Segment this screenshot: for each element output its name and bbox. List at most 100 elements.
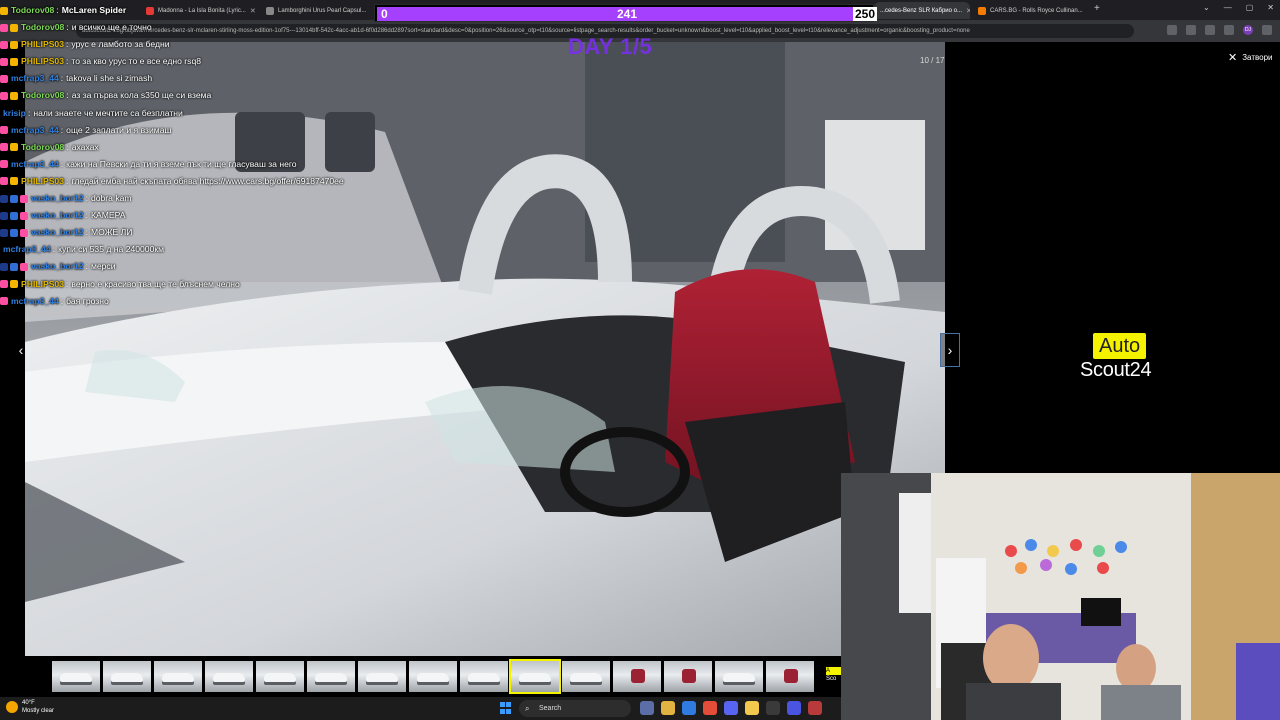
blue-badge-icon	[10, 194, 18, 203]
chat-text: още 2 заплати и я взимаш	[66, 124, 172, 135]
chat-message: Todorov08: McLaren Spider	[0, 2, 440, 19]
screen: Madonna - La Isla Bonita (Lyric... ✕ Lam…	[0, 0, 1280, 720]
window-controls: ⌄ — ▢ ✕	[1203, 3, 1274, 12]
tab-mercedes-slr[interactable]: ...cedes-Benz SLR Кабрио о... ✕	[874, 2, 970, 19]
chat-username[interactable]: Todorov08	[11, 2, 54, 19]
chat-username[interactable]: PHILIPS03	[21, 276, 64, 293]
chat-text: кажи на Певски да ти я вземе пък ти ще г…	[66, 158, 297, 169]
chat-message: mcfrap3_44: купи си 535 д на 240000км	[0, 241, 440, 258]
thumbnail-selected[interactable]	[509, 659, 561, 694]
chat-message: mcfrap3_44: takova li she si zimash	[0, 70, 440, 87]
chat-username[interactable]: PHILIPS03	[21, 53, 64, 70]
thumbnail[interactable]	[460, 661, 508, 692]
thumbnail-logo[interactable]: A Sco	[826, 667, 842, 687]
thumbnail[interactable]	[154, 661, 202, 692]
edge-icon[interactable]	[682, 701, 696, 715]
pink-badge-icon	[0, 74, 8, 83]
chat-username[interactable]: Todorov08	[21, 19, 64, 36]
chat-badges	[0, 126, 8, 135]
chat-text: то за кво урус то е все едно rsq8	[71, 56, 202, 67]
thumbnail[interactable]	[205, 661, 253, 692]
thumbnail[interactable]	[409, 661, 457, 692]
thumbnail[interactable]	[103, 661, 151, 692]
crown-badge-icon	[10, 40, 18, 49]
chat-username[interactable]: PHILIPS03	[21, 36, 64, 53]
thumbnail[interactable]	[613, 661, 661, 692]
profile-avatar[interactable]: DJ	[1243, 25, 1253, 35]
thumbnail[interactable]	[256, 661, 304, 692]
app-icon[interactable]	[808, 701, 822, 715]
thumbnail[interactable]	[358, 661, 406, 692]
chat-username[interactable]: mcfrap3_44	[11, 70, 59, 87]
chat-username[interactable]: vasko_bor12	[31, 224, 84, 241]
chat-username[interactable]: vasko_bor12	[31, 207, 84, 224]
taskbar-search[interactable]: ⌕ Search	[519, 700, 631, 717]
chat-badges	[0, 177, 18, 186]
close-gallery-button[interactable]: ✕ Затвори	[1228, 51, 1273, 64]
bookmark-icon[interactable]	[1186, 25, 1196, 35]
chat-message: mcfrap3_44: бая грозно	[0, 293, 440, 310]
previous-image-button[interactable]: ‹	[12, 333, 30, 367]
folder-icon[interactable]	[745, 701, 759, 715]
minimize-icon[interactable]: —	[1224, 3, 1232, 12]
close-window-icon[interactable]: ✕	[1267, 3, 1274, 12]
maximize-icon[interactable]: ▢	[1246, 3, 1254, 12]
blue-badge-icon	[10, 211, 18, 220]
chat-username[interactable]: mcfrap3_44	[11, 293, 59, 310]
close-tab-icon[interactable]: ✕	[1083, 7, 1086, 15]
close-label: Затвори	[1242, 53, 1273, 62]
taskbar-apps	[640, 701, 822, 715]
pink-badge-icon	[0, 92, 8, 101]
autoscout24-logo: Auto Scout24	[1080, 333, 1160, 381]
weather-temp: 40°F	[22, 700, 35, 706]
chat-username[interactable]: vasko_bor12	[31, 258, 84, 275]
chrome-icon[interactable]	[703, 701, 717, 715]
chevron-left-icon: ‹	[18, 342, 24, 358]
downloads-icon[interactable]	[1224, 25, 1234, 35]
crown-badge-icon	[0, 6, 8, 15]
chat-username[interactable]: PHILIPS03	[21, 173, 64, 190]
chat-message: mcfrap3_44: кажи на Певски да ти я вземе …	[0, 156, 440, 173]
cars-bg-icon	[978, 6, 986, 15]
crown-badge-icon	[10, 143, 18, 152]
chat-text: КАМЕРА	[90, 210, 126, 221]
thumbnail[interactable]	[664, 661, 712, 692]
thumbnail[interactable]	[562, 661, 610, 692]
thumbnail[interactable]	[766, 661, 814, 692]
menu-icon[interactable]	[1262, 25, 1272, 35]
file-explorer-icon[interactable]	[661, 701, 675, 715]
chat-username[interactable]: Todorov08	[21, 139, 64, 156]
weather-widget[interactable]: 40°F Mostly clear	[6, 699, 54, 715]
task-view-icon[interactable]	[640, 701, 654, 715]
thumb-logo-bottom: Sco	[826, 676, 837, 682]
chevron-down-icon[interactable]: ⌄	[1203, 3, 1210, 12]
thumbnail[interactable]	[715, 661, 763, 692]
chat-username[interactable]: krisip	[3, 105, 26, 122]
chat-badges	[0, 194, 28, 203]
crown-badge-icon	[10, 177, 18, 186]
new-tab-icon[interactable]: +	[1094, 3, 1100, 14]
obs-icon[interactable]	[787, 701, 801, 715]
close-tab-icon[interactable]: ✕	[962, 7, 970, 15]
translate-icon[interactable]	[1167, 25, 1177, 35]
discord-icon[interactable]	[724, 701, 738, 715]
chat-message: Todorov08: аз за първа кола s350 ще си вз…	[0, 87, 440, 104]
next-image-button[interactable]: ›	[940, 333, 960, 367]
chat-username[interactable]: mcfrap3_44	[3, 241, 51, 258]
progress-end: 250	[853, 7, 878, 21]
thumbnail[interactable]	[307, 661, 355, 692]
app-icon[interactable]	[766, 701, 780, 715]
extensions-icon[interactable]	[1205, 25, 1215, 35]
chat-username[interactable]: Todorov08	[21, 87, 64, 104]
thumbnail[interactable]	[52, 661, 100, 692]
chat-username[interactable]: vasko_bor12	[31, 190, 84, 207]
windows-start-icon[interactable]	[500, 702, 512, 714]
chevron-right-icon: ›	[947, 342, 953, 358]
chat-username[interactable]: mcfrap3_44	[11, 122, 59, 139]
thumb-logo-top: A	[826, 667, 842, 675]
chat-text: takova li she si zimash	[66, 73, 153, 84]
blue-badge-icon	[10, 262, 18, 271]
tab-cars-bg[interactable]: CARS.BG - Rolls Royce Cullinan... ✕	[972, 2, 1086, 19]
chat-username[interactable]: mcfrap3_44	[11, 156, 59, 173]
chat-message: Todorov08: ахахах	[0, 139, 440, 156]
